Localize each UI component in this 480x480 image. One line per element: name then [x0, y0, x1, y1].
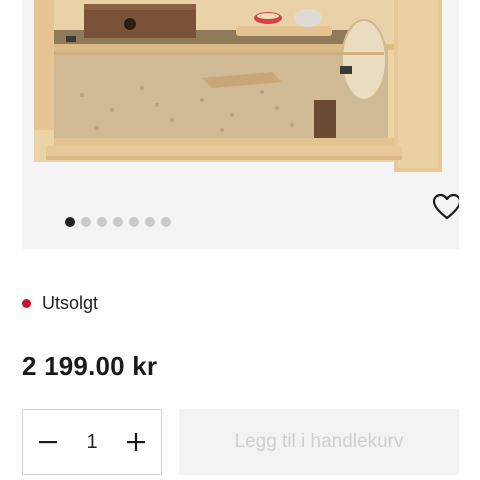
- favorite-button[interactable]: [432, 193, 459, 221]
- carousel-dot[interactable]: [113, 217, 123, 227]
- product-price: 2 199.00 kr: [22, 351, 158, 381]
- carousel-dot[interactable]: [161, 217, 171, 227]
- carousel-dot[interactable]: [65, 217, 75, 227]
- add-to-cart-button[interactable]: Legg til i handlekurv: [179, 409, 459, 475]
- carousel-dot[interactable]: [129, 217, 139, 227]
- stock-status: Utsolgt: [22, 293, 98, 314]
- carousel-dot[interactable]: [81, 217, 91, 227]
- product-image-gallery[interactable]: [22, 0, 459, 249]
- product-photo: [22, 0, 459, 249]
- carousel-dots: [65, 217, 171, 227]
- heart-icon: [432, 193, 459, 220]
- status-indicator-dot: [22, 299, 31, 308]
- increase-quantity-button[interactable]: [113, 410, 159, 474]
- quantity-stepper: 1: [22, 409, 162, 475]
- carousel-dot[interactable]: [145, 217, 155, 227]
- decrease-quantity-button[interactable]: [25, 410, 71, 474]
- stock-status-label: Utsolgt: [42, 293, 99, 313]
- quantity-value[interactable]: 1: [69, 410, 115, 474]
- carousel-dot[interactable]: [97, 217, 107, 227]
- minus-icon: [39, 441, 57, 444]
- plus-icon: [127, 433, 145, 451]
